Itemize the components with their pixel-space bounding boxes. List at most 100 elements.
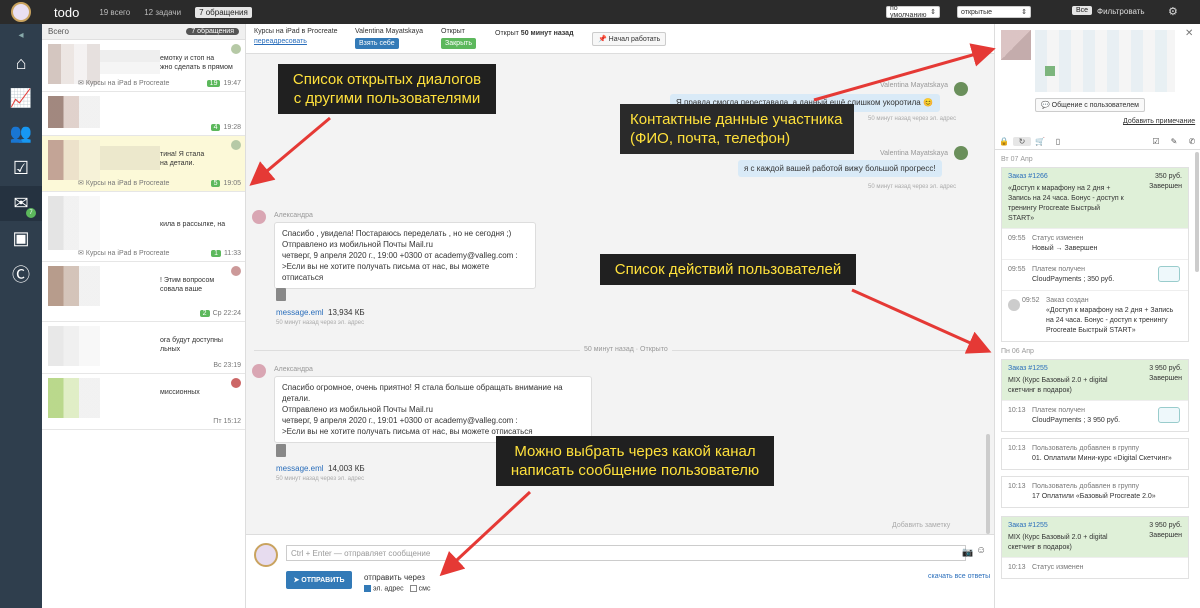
start-work-button[interactable]: 📌 Начал работать bbox=[592, 32, 667, 46]
stat-requests[interactable]: 7 обращения bbox=[195, 6, 252, 18]
conversation-time: 11:33 bbox=[224, 250, 241, 257]
blurred-content bbox=[48, 44, 100, 84]
group-event-card: 10:13 Пользователь добавлен в группу 17 Оп… bbox=[1001, 476, 1189, 508]
conversation-item[interactable]: емотку и стоп на жно сделать в прямом ✉ … bbox=[42, 40, 245, 92]
attachment-link[interactable]: message.eml bbox=[276, 308, 324, 317]
conversation-meta: Вс 23:19 bbox=[213, 362, 241, 369]
conversation-item-selected[interactable]: тина! Я стала на детали. ✉ Курсы на iPad… bbox=[42, 136, 245, 192]
order-id[interactable]: Заказ #1255 bbox=[1008, 522, 1048, 529]
annotation-channel: Можно выбрать через какой канал написать… bbox=[496, 436, 774, 486]
close-button[interactable]: Закрыть bbox=[441, 38, 476, 49]
attachment-link[interactable]: message.eml bbox=[276, 464, 324, 473]
event-time: 09:55 bbox=[1008, 235, 1026, 242]
nav-tasks[interactable]: ☑ bbox=[0, 151, 42, 186]
order-description: MIX (Курс Базовый 2.0 + digital скетчинг… bbox=[1008, 377, 1108, 394]
take-button[interactable]: Взять себе bbox=[355, 38, 399, 49]
contact-user-label: Общение с пользователем bbox=[1051, 101, 1139, 109]
chat-scrollbar[interactable] bbox=[986, 434, 990, 534]
camera-icon[interactable]: 📷 bbox=[962, 547, 973, 558]
event-time: 10:13 bbox=[1008, 445, 1026, 452]
cloudpayments-icon bbox=[1158, 266, 1180, 282]
message-count-badge: 1 bbox=[211, 250, 221, 257]
channel-sms[interactable]: смс bbox=[409, 585, 430, 592]
feed-scrollbar[interactable] bbox=[1195, 152, 1199, 272]
chat-course: Курсы на iPad в Procreate bbox=[254, 28, 338, 35]
annotation-contact: Контактные данные участника (ФИО, почта,… bbox=[620, 104, 854, 154]
tab-edit[interactable]: ✎ bbox=[1165, 137, 1183, 146]
brand-logo[interactable] bbox=[0, 0, 42, 24]
order-card[interactable]: Заказ #1266 350 руб. Завершен «Доступ к м… bbox=[1001, 167, 1189, 342]
left-nav: ◂ ⌂ 📈 👥 ☑ ✉ 7 ▣ Ⓒ bbox=[0, 24, 42, 608]
feed-date: Вт 07 Апр bbox=[1001, 156, 1033, 163]
message-author: Valentina Mayatskaya bbox=[880, 150, 948, 157]
message-count-badge: 2 bbox=[199, 310, 210, 317]
tab-cart[interactable]: 🛒 bbox=[1031, 137, 1049, 146]
conversation-item[interactable]: миссионных Пт 15:12 bbox=[42, 374, 245, 430]
download-replies-link[interactable]: скачать все ответы bbox=[928, 573, 990, 580]
nav-home[interactable]: ⌂ bbox=[0, 46, 42, 81]
stat-tasks[interactable]: 12 задачи bbox=[144, 8, 181, 17]
state-select-value: открытые bbox=[961, 8, 993, 16]
open-since: Открыт 50 минут назад bbox=[495, 30, 574, 37]
tab-phone[interactable]: ▯ bbox=[1049, 137, 1067, 146]
chat-header: Курсы на iPad в Procreate переадресовать… bbox=[246, 24, 994, 54]
conversation-course: ✉ Курсы на iPad в Procreate bbox=[78, 80, 170, 87]
filter-link[interactable]: Фильтровать bbox=[1097, 7, 1145, 16]
order-id[interactable]: Заказ #1255 bbox=[1008, 365, 1048, 372]
order-price: 3 950 руб. bbox=[1149, 522, 1182, 529]
tab-history[interactable]: ↻ bbox=[1013, 137, 1031, 146]
email-checkbox[interactable] bbox=[364, 585, 371, 592]
annotation-dialogs: Список открытых диалогов с другими польз… bbox=[278, 64, 496, 114]
nav-users[interactable]: 👥 bbox=[0, 116, 42, 151]
order-description: MIX (Курс Базовый 2.0 + digital скетчинг… bbox=[1008, 534, 1108, 551]
tab-call[interactable]: ✆ bbox=[1183, 137, 1200, 146]
message-line: Отправлено из мобильной Почты Mail.ru bbox=[282, 405, 433, 414]
state-select[interactable]: открытые ⇕ bbox=[957, 6, 1031, 18]
contact-details-blurred bbox=[1035, 30, 1175, 92]
mail-badge: 7 bbox=[26, 208, 36, 218]
tab-check[interactable]: ☑ bbox=[1147, 137, 1165, 146]
gear-icon[interactable]: ⚙ bbox=[1168, 5, 1178, 18]
tab-lock[interactable]: 🔒 bbox=[995, 137, 1013, 146]
channel-email[interactable]: эл. адрес bbox=[364, 585, 404, 592]
order-id[interactable]: Заказ #1266 bbox=[1008, 173, 1048, 180]
feed-event: 09:55 Статус изменен Новый → Завершен bbox=[1002, 228, 1188, 259]
stat-total[interactable]: 19 всего bbox=[99, 8, 130, 17]
course-name: Курсы на iPad в Procreate bbox=[85, 80, 170, 87]
message-input[interactable]: Ctrl + Enter — отправляет сообщение bbox=[286, 545, 966, 561]
all-chip[interactable]: Все bbox=[1072, 6, 1093, 15]
blurred-content bbox=[48, 378, 100, 418]
event-text: 17 Оплатили «Базовый Procreate 2.0» bbox=[1032, 493, 1156, 500]
sms-checkbox[interactable] bbox=[409, 585, 417, 592]
reassign-link[interactable]: переадресовать bbox=[254, 38, 307, 45]
conversation-item[interactable]: ! Этим вопросом совала ваше 2 Ср 22:24 bbox=[42, 262, 245, 322]
close-icon[interactable]: ✕ bbox=[1185, 28, 1193, 39]
add-remark-link[interactable]: Добавить примечание bbox=[1123, 118, 1195, 125]
send-button[interactable]: ➤ ОТПРАВИТЬ bbox=[286, 571, 352, 589]
blurred-content bbox=[100, 50, 160, 74]
feed-event: 10:13 Платеж получен CloudPayments ; 3 950… bbox=[1002, 400, 1188, 431]
file-icon bbox=[276, 444, 286, 457]
conversation-item[interactable]: ога будут доступны льных Вс 23:19 bbox=[42, 322, 245, 374]
nav-safe[interactable]: ▣ bbox=[0, 221, 42, 256]
order-card[interactable]: Заказ #1255 3 950 руб. Завершен MIX (Курс… bbox=[1001, 359, 1189, 432]
emoji-icon[interactable]: ☺ bbox=[976, 545, 986, 556]
nav-stats[interactable]: 📈 bbox=[0, 81, 42, 116]
nav-c[interactable]: Ⓒ bbox=[0, 256, 42, 291]
message-line: Спасибо , увидела! Постараюсь переделать… bbox=[282, 229, 512, 238]
conversation-item[interactable]: 4 19:28 bbox=[42, 92, 245, 136]
conversation-item[interactable]: кила в рассылке, на ✉ Курсы на iPad в Pr… bbox=[42, 192, 245, 262]
message-count-badge: 5 bbox=[210, 180, 221, 187]
message-line: четверг, 9 апреля 2020 г., 19:00 +0300 о… bbox=[282, 251, 518, 260]
collapse-icon[interactable]: ◂ bbox=[0, 24, 42, 46]
event-body: Пользователь добавлен в группу 17 Оплатил… bbox=[1032, 482, 1182, 502]
contact-user-button[interactable]: 💬 Общение с пользователем bbox=[1035, 98, 1145, 112]
select-arrow-icon: ⇕ bbox=[930, 9, 936, 16]
activity-feed: Вт 07 Апр Заказ #1266 350 руб. Завершен «… bbox=[995, 152, 1195, 608]
conversation-list: Всего 7 обращения емотку и стоп на жно с… bbox=[42, 24, 246, 608]
add-note-link[interactable]: Добавить заметку bbox=[892, 522, 950, 529]
order-card[interactable]: Заказ #1255 3 950 руб. Завершен MIX (Курс… bbox=[1001, 516, 1189, 579]
nav-mail[interactable]: ✉ 7 bbox=[0, 186, 42, 221]
chart-icon: 📈 bbox=[9, 88, 33, 108]
sort-select[interactable]: по умолчанию ⇕ bbox=[886, 5, 940, 19]
